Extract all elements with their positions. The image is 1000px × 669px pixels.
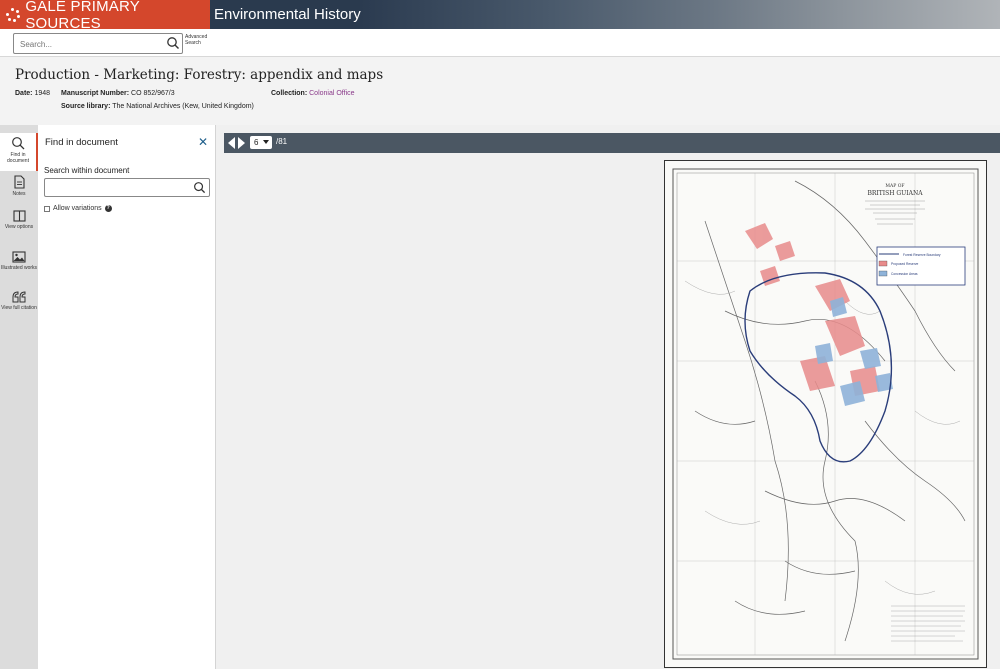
rail-view-full-citation[interactable]: View full citation	[0, 291, 38, 311]
date-label: Date:	[15, 90, 33, 97]
map-page-image[interactable]: MAP OF BRITISH GUIANA Forest Reserve Bou…	[664, 160, 987, 668]
page-total: /81	[276, 137, 288, 146]
manuscript-label: Manuscript Number:	[61, 90, 130, 97]
search-box	[13, 33, 183, 54]
rail-label: Find in document	[7, 152, 29, 164]
search-icon[interactable]	[166, 36, 180, 50]
search-icon	[12, 137, 25, 150]
collection-label: Collection:	[271, 90, 308, 97]
page-select[interactable]: 6	[250, 136, 272, 149]
collection-title[interactable]: Environmental History	[214, 0, 361, 29]
legend-concession: Concession Areas	[891, 272, 918, 276]
rail-label: Notes	[12, 191, 26, 197]
next-page-icon[interactable]	[238, 137, 245, 149]
date-value: 1948	[34, 90, 51, 97]
rail-label: View options	[4, 224, 34, 230]
legend-boundary: Forest Reserve Boundary	[903, 253, 941, 257]
allow-variations: Allow variations ?	[44, 205, 112, 212]
quote-icon	[12, 291, 26, 303]
brand-tail	[196, 0, 210, 29]
top-banner: GALE PRIMARY SOURCES Environmental Histo…	[0, 0, 1000, 29]
source-value: The National Archives (Kew, United Kingd…	[112, 103, 254, 110]
meta-manuscript: Manuscript Number: CO 852/967/3	[61, 90, 175, 97]
notes-icon	[13, 175, 25, 189]
document-title: Production - Marketing: Forestry: append…	[15, 67, 384, 83]
close-icon[interactable]: ✕	[198, 135, 208, 149]
viewer-toolbar: 6 /81	[224, 133, 1000, 153]
rail-label: View full citation	[1, 305, 37, 311]
allow-variations-checkbox[interactable]	[44, 205, 50, 212]
help-icon[interactable]: ?	[104, 205, 112, 212]
document-viewer: 6 /81 MAP OF BRITISH GUIANA Forest Reser…	[216, 125, 1000, 669]
view-options-icon	[12, 210, 26, 222]
map-illustration: MAP OF BRITISH GUIANA Forest Reserve Bou…	[672, 168, 979, 660]
search-icon[interactable]	[193, 181, 206, 194]
viewer-canvas[interactable]: MAP OF BRITISH GUIANA Forest Reserve Bou…	[224, 153, 1000, 669]
rail-illustrated-works[interactable]: Illustrated works	[0, 251, 38, 271]
image-icon	[12, 251, 26, 263]
map-subtitle: BRITISH GUIANA	[867, 190, 923, 197]
meta-source: Source library: The National Archives (K…	[61, 103, 254, 110]
meta-collection: Collection: Colonial Office	[271, 90, 355, 97]
rail-view-options[interactable]: View options	[0, 210, 38, 230]
rail-label: Illustrated works	[0, 265, 38, 271]
banner-photo	[360, 0, 1000, 29]
meta-date: Date: 1948	[15, 90, 50, 97]
allow-variations-label: Allow variations	[53, 205, 102, 212]
legend-proposed: Proposed Reserve	[891, 262, 918, 266]
find-search-label: Search within document	[44, 166, 130, 175]
find-in-document-panel: Find in document ✕ Search within documen…	[38, 125, 216, 669]
rail-notes[interactable]: Notes	[0, 175, 38, 197]
search-input[interactable]	[14, 35, 159, 54]
gale-logo-icon	[6, 7, 20, 22]
manuscript-value: CO 852/967/3	[131, 90, 175, 97]
find-panel-title: Find in document	[45, 137, 118, 148]
previous-page-icon[interactable]	[228, 137, 235, 149]
search-bar: Advanced Search	[0, 29, 1000, 57]
find-search-box	[44, 178, 210, 197]
collection-link[interactable]: Colonial Office	[309, 90, 354, 97]
current-page: 6	[254, 138, 259, 147]
brand-logo-link[interactable]: GALE PRIMARY SOURCES	[0, 0, 210, 29]
map-title: MAP OF	[885, 183, 904, 189]
tool-rail: Find in document Notes View options Illu…	[0, 125, 38, 669]
rail-find-in-document[interactable]: Find in document	[0, 133, 38, 171]
find-search-input[interactable]	[45, 179, 190, 196]
advanced-search-link[interactable]: Advanced Search	[185, 34, 215, 46]
chevron-down-icon	[263, 140, 269, 144]
source-label: Source library:	[61, 103, 111, 110]
brand-name: GALE PRIMARY SOURCES	[25, 0, 140, 29]
document-header: Production - Marketing: Forestry: append…	[0, 57, 1000, 125]
